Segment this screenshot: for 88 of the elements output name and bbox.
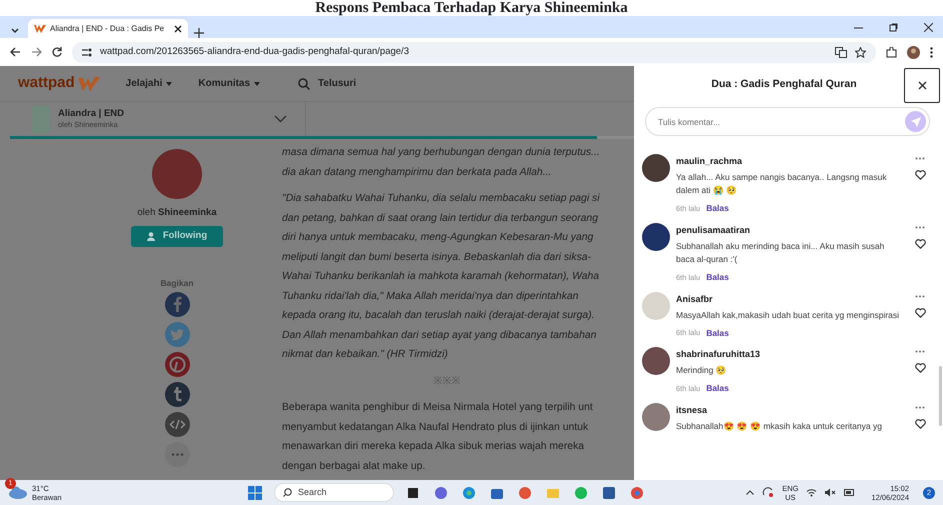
reply-link[interactable]: Balas bbox=[706, 326, 729, 340]
comment-text: MasyaAllah kak,makasih udah buat cerita yg menginspirasi bbox=[676, 308, 900, 322]
more-icon[interactable] bbox=[915, 406, 925, 409]
nav-menu[interactable]: Jelajahi bbox=[126, 76, 172, 91]
browser-tab[interactable]: Aliandra | END - Dua : Gadis Pe bbox=[28, 19, 188, 38]
section-separator: ※※※ bbox=[432, 374, 462, 388]
paper-plane-icon bbox=[910, 116, 920, 126]
text-line: kepada orang itu, bacalah dan teruslah naiki (derajat-derajat surga). bbox=[282, 309, 596, 323]
close-icon[interactable] bbox=[924, 22, 933, 32]
text-line: nikmat dan kebaikan." (HR Tirmidzi) bbox=[282, 348, 449, 362]
back-icon[interactable] bbox=[10, 47, 21, 57]
comment-text: Subhanallah😍 😍 😍 mkasih kaka untuk ceritanya yg bbox=[676, 420, 883, 433]
cloud-icon[interactable] bbox=[8, 485, 28, 500]
bookmark-star-icon[interactable] bbox=[855, 46, 866, 58]
menu-icon[interactable] bbox=[930, 46, 933, 58]
author-avatar-photo[interactable] bbox=[152, 149, 202, 199]
reload-icon[interactable] bbox=[52, 47, 62, 57]
comment-input-field[interactable]: Tulis komentar... bbox=[645, 107, 930, 136]
profile-avatar-icon[interactable] bbox=[907, 46, 920, 58]
address-bar[interactable]: wattpad.com/201263565-aliandra-end-dua-gadis-penghafal-quran/page/3 bbox=[72, 42, 876, 62]
url-text: wattpad.com/201263565-aliandra-end-dua-gadis-penghafal-quran/page/3 bbox=[100, 44, 410, 59]
caption-heading: Respons Pembaca Terhadap Karya Shineeminka bbox=[314, 0, 629, 16]
more-icon[interactable] bbox=[915, 226, 925, 229]
chevron-up-icon[interactable] bbox=[746, 490, 754, 495]
text-line: Dan Allah menambahkan dari setiap ayat yang dibacanya tambahan bbox=[282, 328, 598, 342]
text-line: Wahai Tuhanku berikanlah ia mahkota karamah (kehormatan), Waha bbox=[282, 270, 600, 284]
comment-username[interactable]: shabrinafuruhitta13 bbox=[676, 347, 905, 362]
more-icon[interactable] bbox=[915, 294, 925, 298]
battery-icon[interactable] bbox=[844, 489, 856, 496]
wifi-icon[interactable] bbox=[806, 488, 818, 497]
nav-menu[interactable]: Komunitas bbox=[198, 76, 260, 91]
speaker-muted-icon[interactable] bbox=[825, 488, 836, 497]
forward-icon[interactable] bbox=[31, 47, 42, 57]
code-icon[interactable] bbox=[164, 412, 190, 438]
heart-icon[interactable] bbox=[914, 363, 926, 374]
more-icon[interactable] bbox=[915, 350, 925, 354]
panel-title: Dua : Gadis Penghafal Quran bbox=[710, 77, 858, 92]
share-heading: Bagikan bbox=[160, 276, 194, 290]
text-line: masa dimana semua hal yang berhubungan dengan dunia terputus... bbox=[282, 146, 601, 160]
comment-text: Subhanallah aku merinding baca ini... Aku masih susah baca al-quran :'( bbox=[676, 240, 886, 266]
w-logo-icon bbox=[34, 24, 46, 33]
new-tab-icon[interactable] bbox=[194, 28, 204, 38]
taskbar-search[interactable]: Search bbox=[274, 483, 394, 502]
text-line: dan petang, bahkan di saat orang lain tertidur dia terbangun seorang bbox=[282, 212, 599, 226]
search-icon bbox=[298, 78, 310, 90]
text-line: menawarkan diri mereka kepada Alka sibuk merias wajah mereka bbox=[282, 440, 586, 454]
comment-username[interactable]: penulisamaatiran bbox=[676, 222, 905, 237]
person-icon bbox=[146, 232, 157, 241]
heart-icon[interactable] bbox=[914, 170, 926, 180]
text-line: meliputi langit dan bumi beserta isinya. Bebaskanlah dia dari siksa- bbox=[282, 250, 592, 264]
text-line: dia akan datang menghampirimu dan berkata pada Allah... bbox=[282, 166, 552, 180]
comment-text: Merinding 🥺 bbox=[676, 364, 728, 378]
reply-link[interactable]: Balas bbox=[706, 270, 729, 284]
following-button[interactable]: Following bbox=[130, 226, 224, 246]
site-info-icon[interactable] bbox=[82, 48, 92, 56]
reply-link[interactable]: Balas bbox=[706, 382, 729, 395]
text-line: Beberapa wanita penghibur di Meisa Nirmala Hotel yang terpilih unt bbox=[282, 401, 594, 415]
text-line: menyambut kedatangan Alka Naufal Hendrato plus di ijinkan untuk bbox=[282, 420, 590, 434]
text-line: Tuhanku ridai'lah dia," Maka Allah meridai'nya dan diperintahkan bbox=[282, 290, 580, 304]
text-line: diri hanya untuk membacaku, meng-Agungkan Kebesaran-Mu yang bbox=[282, 231, 594, 245]
user-avatar-photo[interactable] bbox=[642, 347, 670, 376]
comment-username[interactable]: maulin_rachma bbox=[676, 154, 905, 168]
chevron-down-icon[interactable] bbox=[274, 115, 288, 123]
heart-icon[interactable] bbox=[914, 238, 926, 249]
close-icon bbox=[918, 80, 926, 90]
caret-icon bbox=[166, 82, 172, 86]
more-icon[interactable] bbox=[915, 157, 925, 160]
author-byline: oleh Shineeminka bbox=[137, 206, 217, 220]
close-icon[interactable] bbox=[174, 24, 182, 32]
comment-username[interactable]: itsnesa bbox=[676, 403, 905, 417]
text-line: "Dia sahabatku Wahai Tuhanku, dia selalu membacaku setiap pagi si bbox=[282, 192, 601, 206]
heart-icon[interactable] bbox=[914, 308, 926, 318]
search-icon bbox=[283, 488, 292, 497]
tab-title: Aliandra | END - Dua : Gadis Pe bbox=[50, 22, 166, 34]
user-avatar-photo[interactable] bbox=[642, 154, 670, 182]
close-button[interactable] bbox=[904, 68, 940, 102]
search-link[interactable]: Telusuri bbox=[298, 76, 356, 91]
comment-text: Ya allah... Aku sampe nangis bacanya.. Langsng masuk dalem ati 😭 🥺 bbox=[676, 171, 888, 197]
windows-start-icon[interactable] bbox=[248, 486, 262, 500]
restore-icon[interactable] bbox=[889, 22, 898, 32]
caret-icon bbox=[254, 82, 260, 86]
text-line: dengan berbagai alat make up. bbox=[282, 460, 426, 474]
scrollbar-thumb[interactable] bbox=[939, 366, 942, 426]
story-title[interactable]: Aliandra | END bbox=[58, 108, 124, 120]
comment-username[interactable]: Anisafbr bbox=[676, 292, 905, 306]
reply-link[interactable]: Balas bbox=[706, 202, 729, 215]
heart-icon[interactable] bbox=[914, 419, 926, 429]
user-avatar-photo[interactable] bbox=[642, 222, 670, 251]
